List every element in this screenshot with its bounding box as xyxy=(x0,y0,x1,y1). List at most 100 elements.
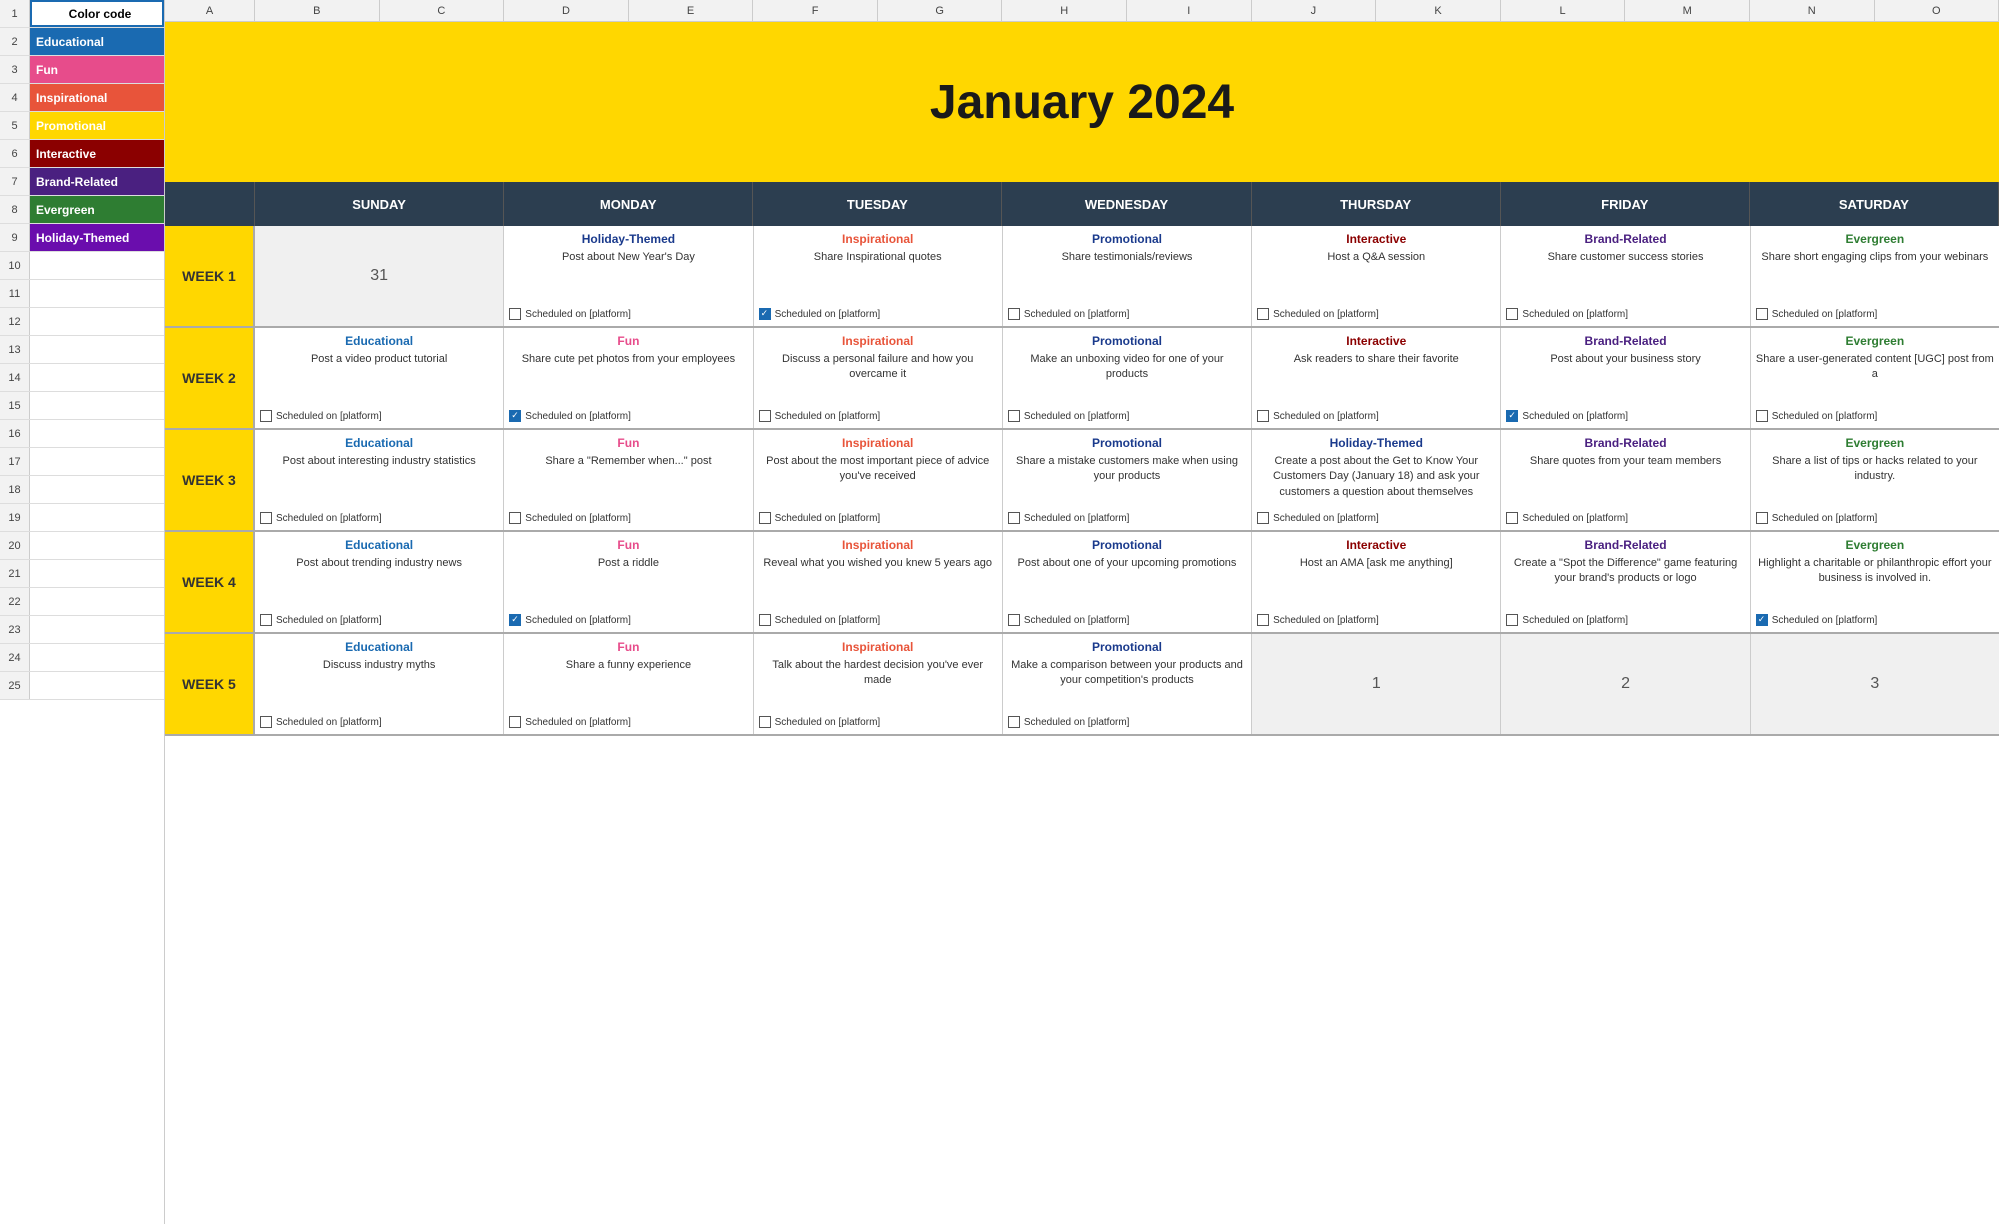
schedule-label: Scheduled on [platform] xyxy=(1522,411,1628,422)
schedule-row[interactable]: Scheduled on [platform] xyxy=(509,410,747,422)
schedule-row[interactable]: Scheduled on [platform] xyxy=(1257,614,1495,626)
schedule-checkbox[interactable] xyxy=(1008,716,1020,728)
schedule-checkbox[interactable] xyxy=(260,512,272,524)
schedule-checkbox[interactable] xyxy=(509,308,521,320)
schedule-row[interactable]: Scheduled on [platform] xyxy=(509,716,747,728)
schedule-row[interactable]: Scheduled on [platform] xyxy=(1008,308,1246,320)
schedule-checkbox[interactable] xyxy=(509,512,521,524)
schedule-checkbox[interactable] xyxy=(1257,614,1269,626)
schedule-row[interactable]: Scheduled on [platform] xyxy=(1506,410,1744,422)
day-category-label: Promotional xyxy=(1008,640,1246,654)
day-content-text: Host a Q&A session xyxy=(1257,250,1495,302)
schedule-checkbox[interactable] xyxy=(509,716,521,728)
schedule-row[interactable]: Scheduled on [platform] xyxy=(1008,512,1246,524)
day-cell: PromotionalMake an unboxing video for on… xyxy=(1003,328,1252,428)
schedule-checkbox[interactable] xyxy=(509,614,521,626)
schedule-checkbox[interactable] xyxy=(1756,614,1768,626)
schedule-checkbox[interactable] xyxy=(1008,512,1020,524)
day-category-label: Educational xyxy=(260,538,498,552)
schedule-row[interactable]: Scheduled on [platform] xyxy=(260,614,498,626)
day-cell: EvergreenShare short engaging clips from… xyxy=(1751,226,1999,326)
col-header: D xyxy=(504,0,629,21)
day-category-label: Promotional xyxy=(1008,232,1246,246)
schedule-row[interactable]: Scheduled on [platform] xyxy=(260,512,498,524)
row-number: 25 xyxy=(0,672,30,699)
schedule-checkbox[interactable] xyxy=(1756,410,1768,422)
day-content-text: Share a user-generated content [UGC] pos… xyxy=(1756,352,1994,404)
day-content-text: Create a post about the Get to Know Your… xyxy=(1257,454,1495,506)
schedule-label: Scheduled on [platform] xyxy=(775,615,881,626)
schedule-row[interactable]: Scheduled on [platform] xyxy=(759,716,997,728)
schedule-label: Scheduled on [platform] xyxy=(775,309,881,320)
schedule-checkbox[interactable] xyxy=(260,716,272,728)
schedule-checkbox[interactable] xyxy=(1506,410,1518,422)
schedule-row[interactable]: Scheduled on [platform] xyxy=(759,512,997,524)
schedule-row[interactable]: Scheduled on [platform] xyxy=(1756,410,1994,422)
row-number: 9 xyxy=(0,224,30,251)
schedule-checkbox[interactable] xyxy=(1008,410,1020,422)
row-number: 18 xyxy=(0,476,30,503)
schedule-row[interactable]: Scheduled on [platform] xyxy=(1008,614,1246,626)
week-label: WEEK 1 xyxy=(165,226,255,326)
schedule-row[interactable]: Scheduled on [platform] xyxy=(1756,512,1994,524)
schedule-label: Scheduled on [platform] xyxy=(525,513,631,524)
schedule-checkbox[interactable] xyxy=(1257,410,1269,422)
schedule-checkbox[interactable] xyxy=(1008,308,1020,320)
schedule-row[interactable]: Scheduled on [platform] xyxy=(509,614,747,626)
schedule-row[interactable]: Scheduled on [platform] xyxy=(1506,308,1744,320)
schedule-row[interactable]: Scheduled on [platform] xyxy=(509,512,747,524)
schedule-checkbox[interactable] xyxy=(260,614,272,626)
week-rows: WEEK 131Holiday-ThemedPost about New Yea… xyxy=(165,226,1999,1224)
schedule-row[interactable]: Scheduled on [platform] xyxy=(1257,410,1495,422)
schedule-checkbox[interactable] xyxy=(759,512,771,524)
day-content-text: Share quotes from your team members xyxy=(1506,454,1744,506)
schedule-checkbox[interactable] xyxy=(260,410,272,422)
day-cell: PromotionalShare a mistake customers mak… xyxy=(1003,430,1252,530)
day-cell: 3 xyxy=(1751,634,1999,734)
schedule-checkbox[interactable] xyxy=(1257,512,1269,524)
row-number: 8 xyxy=(0,196,30,223)
schedule-row[interactable]: Scheduled on [platform] xyxy=(1008,716,1246,728)
day-cell: FunShare a "Remember when..." postSchedu… xyxy=(504,430,753,530)
row-number: 21 xyxy=(0,560,30,587)
schedule-checkbox[interactable] xyxy=(759,308,771,320)
schedule-row[interactable]: Scheduled on [platform] xyxy=(1257,308,1495,320)
schedule-checkbox[interactable] xyxy=(1756,308,1768,320)
schedule-checkbox[interactable] xyxy=(759,410,771,422)
day-category-label: Inspirational xyxy=(759,232,997,246)
schedule-row[interactable]: Scheduled on [platform] xyxy=(260,410,498,422)
day-content-text: Discuss industry myths xyxy=(260,658,498,710)
day-category-label: Promotional xyxy=(1008,436,1246,450)
col-header: B xyxy=(255,0,380,21)
schedule-checkbox[interactable] xyxy=(1008,614,1020,626)
day-category-label: Brand-Related xyxy=(1506,436,1744,450)
day-cell: InteractiveHost a Q&A sessionScheduled o… xyxy=(1252,226,1501,326)
schedule-checkbox[interactable] xyxy=(759,614,771,626)
schedule-row[interactable]: Scheduled on [platform] xyxy=(759,308,997,320)
schedule-row[interactable]: Scheduled on [platform] xyxy=(1257,512,1495,524)
schedule-row[interactable]: Scheduled on [platform] xyxy=(759,614,997,626)
day-cell: 1 xyxy=(1252,634,1501,734)
schedule-checkbox[interactable] xyxy=(1756,512,1768,524)
schedule-label: Scheduled on [platform] xyxy=(775,717,881,728)
schedule-row[interactable]: Scheduled on [platform] xyxy=(1506,512,1744,524)
schedule-checkbox[interactable] xyxy=(1257,308,1269,320)
schedule-row[interactable]: Scheduled on [platform] xyxy=(1756,614,1994,626)
schedule-row[interactable]: Scheduled on [platform] xyxy=(759,410,997,422)
schedule-row[interactable]: Scheduled on [platform] xyxy=(1506,614,1744,626)
schedule-row[interactable]: Scheduled on [platform] xyxy=(260,716,498,728)
schedule-row[interactable]: Scheduled on [platform] xyxy=(1008,410,1246,422)
schedule-checkbox[interactable] xyxy=(509,410,521,422)
schedule-checkbox[interactable] xyxy=(759,716,771,728)
col-header: M xyxy=(1625,0,1750,21)
schedule-checkbox[interactable] xyxy=(1506,614,1518,626)
schedule-row[interactable]: Scheduled on [platform] xyxy=(1756,308,1994,320)
day-category-label: Brand-Related xyxy=(1506,334,1744,348)
schedule-checkbox[interactable] xyxy=(1506,512,1518,524)
day-content-text: Post a riddle xyxy=(509,556,747,608)
day-header-cells: SUNDAYMONDAYTUESDAYWEDNESDAYTHURSDAYFRID… xyxy=(255,182,1999,226)
schedule-row[interactable]: Scheduled on [platform] xyxy=(509,308,747,320)
schedule-checkbox[interactable] xyxy=(1506,308,1518,320)
day-content-text: Post about New Year's Day xyxy=(509,250,747,302)
day-cell: EducationalPost a video product tutorial… xyxy=(255,328,504,428)
